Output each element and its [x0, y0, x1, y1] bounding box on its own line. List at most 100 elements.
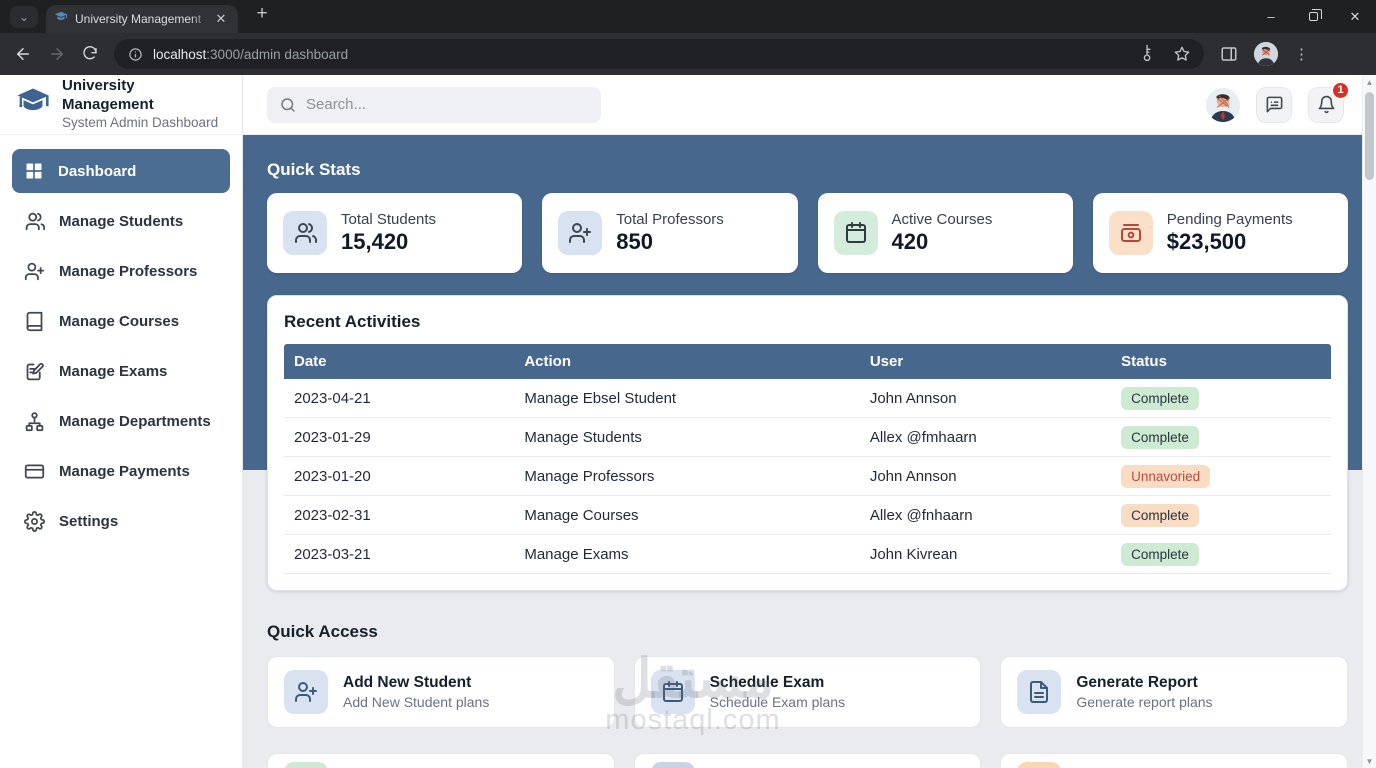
activity-user: John Annson [869, 467, 957, 485]
recent-activities-title: Recent Activities [284, 312, 421, 331]
sidebar-item-manage-professors[interactable]: Manage Professors [12, 249, 230, 293]
reload-icon[interactable] [82, 46, 98, 62]
column-header-date: Date [294, 353, 327, 370]
stat-label: Total Students [341, 211, 437, 228]
sidebar-nav: Dashboard Manage Students Manage Profess… [0, 135, 242, 563]
forward-icon[interactable] [48, 45, 66, 63]
tab-title-fade [190, 5, 212, 33]
quick-access-card-subtitle: Schedule Exam plans [709, 694, 846, 710]
password-key-icon[interactable] [1140, 44, 1156, 62]
quick-access-card-partial[interactable] [1000, 753, 1349, 768]
app-header: 1 [243, 75, 1376, 135]
user-plus-icon [558, 211, 603, 255]
sidebar-item-label: Manage Exams [59, 362, 168, 380]
search-icon [279, 96, 297, 114]
brand-text: University Management System Admin Dashb… [62, 77, 228, 131]
favicon-graduation-cap-icon [54, 10, 68, 29]
scroll-up-icon[interactable]: ▲ [1363, 75, 1376, 89]
activity-user: Allex @fmhaarn [869, 428, 977, 446]
quick-access-schedule-exam[interactable]: Schedule Exam Schedule Exam plans [633, 656, 982, 728]
activity-action: Manage Courses [524, 506, 639, 524]
browser-menu-icon[interactable]: ⋮ [1294, 45, 1309, 63]
side-panel-icon[interactable] [1220, 45, 1238, 63]
browser-profile-avatar[interactable] [1254, 42, 1278, 66]
brand: University Management System Admin Dashb… [0, 75, 242, 135]
status-badge: Unnavoried [1121, 464, 1211, 488]
url-bar[interactable]: localhost:3000/admin dashboard [114, 39, 1204, 69]
search-box[interactable] [267, 86, 601, 123]
calendar-icon [833, 211, 878, 255]
user-plus-icon [284, 670, 328, 714]
restore-button[interactable] [1292, 0, 1334, 33]
stats-row: Total Students 15,420 Total Professors 8… [267, 193, 1348, 273]
back-icon[interactable] [14, 45, 32, 63]
quick-access-card-partial[interactable] [267, 753, 615, 768]
tab-search-button[interactable]: ⌄ [10, 6, 38, 28]
stat-card-total-professors: Total Professors 850 [542, 193, 798, 273]
recent-activities-card: Recent Activities Date Action User Statu… [267, 295, 1348, 591]
status-badge: Complete [1121, 386, 1199, 410]
sidebar-item-manage-students[interactable]: Manage Students [12, 199, 230, 243]
sidebar: University Management System Admin Dashb… [0, 75, 243, 768]
search-input[interactable] [306, 96, 589, 113]
activity-date: 2023-02-31 [294, 506, 371, 524]
status-badge: Complete [1121, 503, 1199, 527]
sidebar-item-settings[interactable]: Settings [12, 499, 230, 543]
sidebar-item-manage-departments[interactable]: Manage Departments [12, 399, 230, 443]
quick-access-add-new-student[interactable]: Add New Student Add New Student plans [267, 656, 615, 728]
activity-date: 2023-03-21 [294, 545, 371, 563]
brand-subtitle: System Admin Dashboard [62, 114, 219, 130]
app-window: University Management System Admin Dashb… [0, 75, 1376, 768]
users-icon [283, 211, 327, 255]
partial-icon [650, 762, 695, 768]
activity-action: Manage Ebsel Student [524, 389, 677, 407]
table-header: Date Action User Status [284, 344, 1331, 379]
site-info-icon[interactable] [128, 47, 143, 62]
quick-access-row: Add New Student Add New Student plans Sc… [267, 656, 1349, 728]
bookmark-star-icon[interactable] [1174, 46, 1190, 62]
notifications-button[interactable]: 1 [1308, 80, 1350, 123]
bell-icon [1317, 95, 1336, 114]
stat-value: 850 [616, 229, 653, 254]
sidebar-item-manage-courses[interactable]: Manage Courses [12, 299, 230, 343]
user-avatar[interactable] [1206, 87, 1240, 122]
main-content: 1 Quick Stats Total Students 15,420 [243, 75, 1376, 768]
stat-value: 15,420 [341, 229, 409, 254]
column-header-user: User [869, 353, 904, 370]
notification-badge: 1 [1331, 80, 1350, 100]
new-tab-button[interactable]: + [250, 3, 274, 25]
grid-icon [24, 161, 44, 181]
scroll-down-icon[interactable]: ▼ [1363, 754, 1376, 768]
graduation-cap-icon [14, 85, 52, 124]
minimize-button[interactable]: – [1250, 0, 1292, 33]
user-plus-icon [24, 261, 45, 282]
browser-tab[interactable]: University Management Syste ✕ [46, 5, 238, 33]
sidebar-item-manage-payments[interactable]: Manage Payments [12, 449, 230, 493]
scrollbar-thumb[interactable] [1365, 92, 1374, 180]
tab-close-icon[interactable]: ✕ [212, 10, 230, 28]
table-row: 2023-04-21 Manage Ebsel Student John Ann… [284, 379, 1331, 418]
messages-button[interactable] [1256, 86, 1292, 123]
quick-access-generate-report[interactable]: Generate Report Generate report plans [1000, 656, 1349, 728]
stat-card-total-students: Total Students 15,420 [267, 193, 523, 273]
stat-label: Total Professors [616, 211, 724, 228]
quick-access-card-subtitle: Add New Student plans [343, 694, 490, 710]
sidebar-item-dashboard[interactable]: Dashboard [12, 149, 230, 193]
activity-action: Manage Professors [524, 467, 655, 485]
omnibox-actions [1140, 44, 1190, 62]
page-scrollbar[interactable]: ▲ ▼ [1362, 75, 1376, 768]
browser-toolbar: localhost:3000/admin dashboard ⋮ [0, 33, 1376, 75]
stat-card-pending-payments: Pending Payments $23,500 [1092, 193, 1348, 273]
restore-icon [1308, 9, 1322, 21]
close-button[interactable]: ✕ [1334, 0, 1376, 33]
quick-access-card-partial[interactable] [633, 753, 982, 768]
book-icon [24, 311, 45, 332]
sidebar-item-manage-exams[interactable]: Manage Exams [12, 349, 230, 393]
header-actions: 1 [1206, 80, 1350, 123]
status-badge: Complete [1121, 542, 1199, 566]
url-text: localhost:3000/admin dashboard [153, 46, 349, 62]
window-controls: – ✕ [1250, 0, 1376, 33]
activity-user: John Kivrean [869, 545, 958, 563]
gear-icon [24, 510, 45, 532]
activity-date: 2023-01-29 [294, 428, 371, 446]
